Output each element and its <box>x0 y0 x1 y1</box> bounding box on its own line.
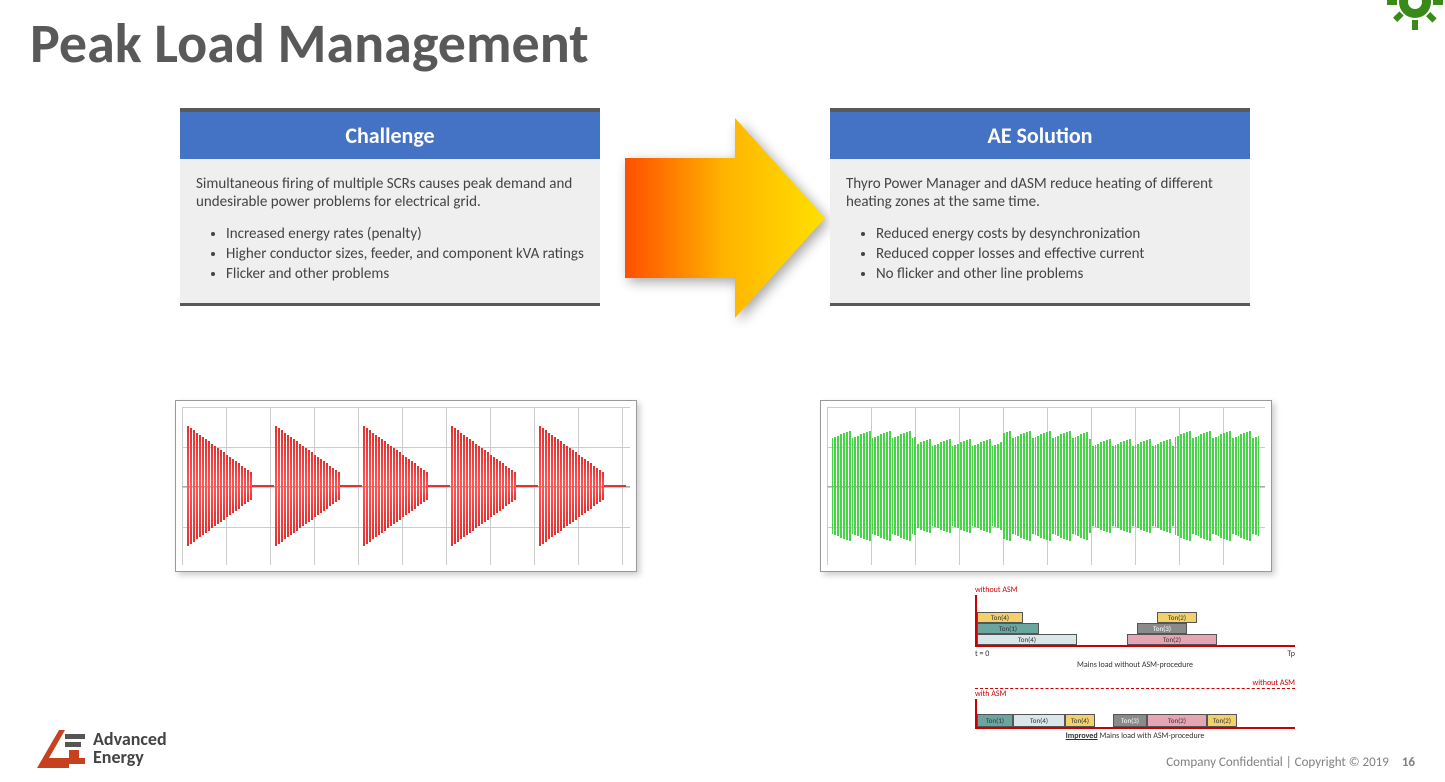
block: Ton(2) <box>1157 612 1197 623</box>
waveform-green <box>831 417 1261 555</box>
waveform-red <box>186 417 626 555</box>
block: Ton(3) <box>1137 623 1187 634</box>
block: Ton(1) <box>977 623 1039 634</box>
logo-text: Advanced Energy <box>93 730 167 766</box>
solution-intro: Thyro Power Manager and dASM reduce heat… <box>846 175 1234 211</box>
challenge-list: Increased energy rates (penalty) Higher … <box>196 225 584 283</box>
list-item: Increased energy rates (penalty) <box>226 225 584 243</box>
list-item: Reduced energy costs by desynchronizatio… <box>876 225 1234 243</box>
solution-panel: AE Solution Thyro Power Manager and dASM… <box>830 108 1250 306</box>
list-item: Flicker and other problems <box>226 265 584 283</box>
scope-challenge <box>175 400 637 572</box>
block: Ton(2) <box>1207 714 1237 727</box>
solution-header: AE Solution <box>830 112 1250 159</box>
block: Ton(2) <box>1127 634 1217 645</box>
diagram-row-with: Ton(1) Ton(4) Ton(4) Ton(3) Ton(2) Ton(2… <box>975 699 1295 729</box>
page-number: 16 <box>1402 755 1415 770</box>
challenge-panel: Challenge Simultaneous firing of multipl… <box>180 108 600 306</box>
challenge-body: Simultaneous firing of multiple SCRs cau… <box>180 159 600 306</box>
footer-text: Company Confidential | Copyright © 2019 <box>1166 755 1389 770</box>
slide: Peak Load Management Challenge Simultane… <box>0 0 1445 782</box>
without-asm-label: without ASM <box>975 585 1295 595</box>
list-item: No flicker and other line problems <box>876 265 1234 283</box>
block: Ton(4) <box>1065 714 1095 727</box>
without-asm-label-2: without ASM <box>975 678 1295 689</box>
gear-icon <box>1385 0 1445 32</box>
t0-label: t = 0 <box>975 649 989 659</box>
block: Ton(3) <box>1113 714 1147 727</box>
tp-label: Tp <box>1287 649 1295 659</box>
ae-logo: Advanced Energy <box>35 726 167 770</box>
footer: Company Confidential | Copyright © 2019 … <box>1166 755 1415 770</box>
with-asm-label: with ASM <box>975 689 1295 699</box>
solution-list: Reduced energy costs by desynchronizatio… <box>846 225 1234 283</box>
block: Ton(4) <box>977 612 1023 623</box>
block: Ton(1) <box>977 714 1013 727</box>
block: Ton(4) <box>977 634 1077 645</box>
block: Ton(2) <box>1147 714 1207 727</box>
block: Ton(4) <box>1013 714 1065 727</box>
page-title: Peak Load Management <box>30 10 589 78</box>
arrow-icon <box>615 108 835 328</box>
caption-with: Improved Mains load with ASM-procedure <box>975 731 1295 741</box>
asm-diagram: without ASM Ton(4) Ton(1) Ton(4) Ton(2) … <box>975 585 1295 749</box>
challenge-intro: Simultaneous firing of multiple SCRs cau… <box>196 175 584 211</box>
diagram-row-without: Ton(4) Ton(1) Ton(4) Ton(2) Ton(3) Ton(2… <box>975 595 1295 647</box>
challenge-header: Challenge <box>180 112 600 159</box>
scope-solution <box>820 400 1272 572</box>
list-item: Higher conductor sizes, feeder, and comp… <box>226 245 584 263</box>
ae-logo-icon <box>35 726 87 770</box>
caption-without: Mains load without ASM-procedure <box>975 660 1295 670</box>
list-item: Reduced copper losses and effective curr… <box>876 245 1234 263</box>
solution-body: Thyro Power Manager and dASM reduce heat… <box>830 159 1250 306</box>
